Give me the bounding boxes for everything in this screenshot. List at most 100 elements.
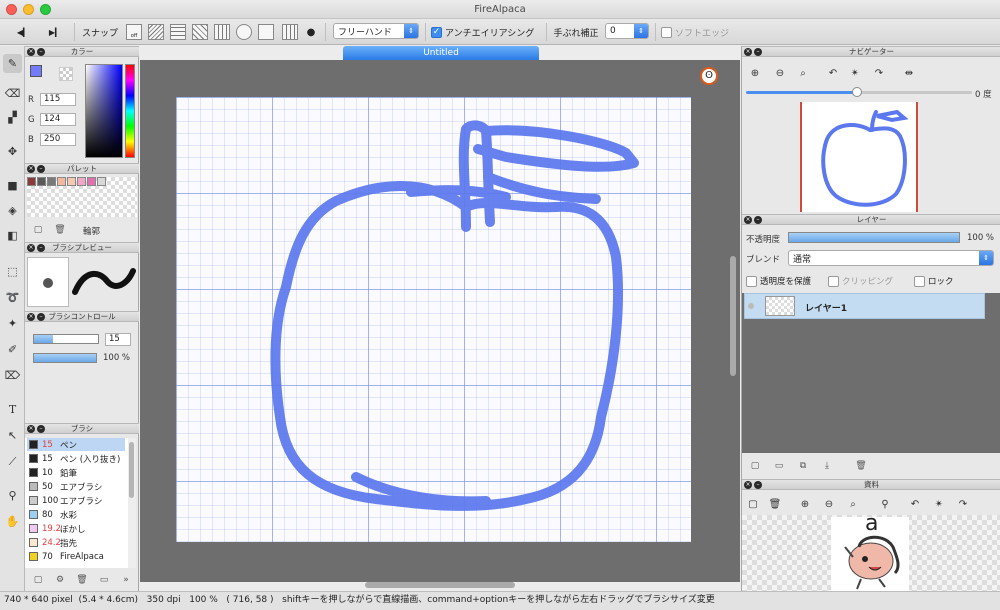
brush-list-scrollbar[interactable] xyxy=(128,438,136,568)
brush-opacity-slider[interactable] xyxy=(33,353,97,363)
material-area[interactable]: a xyxy=(742,511,1000,598)
minimize-icon[interactable]: – xyxy=(37,48,45,56)
color-field[interactable] xyxy=(85,64,123,158)
text-tool-icon[interactable]: T xyxy=(3,400,22,419)
new-palette-icon[interactable]: ▢ xyxy=(31,223,45,237)
more-icon[interactable]: » xyxy=(119,573,133,587)
zoom-actual-icon[interactable]: ⌕ xyxy=(796,66,810,80)
redo-icon[interactable]: ▶▎ xyxy=(46,23,64,41)
brush-list-item[interactable]: 10 鉛筆 xyxy=(27,466,125,479)
zoom-out-icon[interactable]: ⊖ xyxy=(773,66,787,80)
close-icon[interactable]: × xyxy=(27,313,35,321)
lock-checkbox[interactable]: ロック xyxy=(914,275,954,287)
palette-swatch[interactable] xyxy=(77,177,86,186)
rotate-reset-icon[interactable]: ✴ xyxy=(848,66,862,80)
zoom-out-icon[interactable]: ⊖ xyxy=(822,497,836,511)
close-icon[interactable]: × xyxy=(27,165,35,173)
eraser-tool-icon[interactable]: ⌫ xyxy=(3,84,22,103)
brush-list-item[interactable]: 80 水彩 xyxy=(27,508,125,521)
transparent-color-icon[interactable] xyxy=(59,67,73,81)
gradient-tool-icon[interactable]: ◧ xyxy=(3,226,22,245)
canvas-area[interactable]: ʘ xyxy=(140,60,740,588)
b-field[interactable]: 250 xyxy=(40,133,76,146)
protect-alpha-checkbox[interactable]: 透明度を保護 xyxy=(746,275,811,287)
r-field[interactable]: 115 xyxy=(40,93,76,106)
outline-label[interactable]: 輪郭 xyxy=(83,225,100,237)
blend-select[interactable]: 通常 ⇕ xyxy=(788,250,994,266)
minimize-icon[interactable]: – xyxy=(754,216,762,224)
close-icon[interactable]: × xyxy=(27,244,35,252)
zoom-in-icon[interactable]: ⊕ xyxy=(748,66,762,80)
close-icon[interactable]: × xyxy=(27,48,35,56)
horizontal-scrollbar[interactable] xyxy=(365,582,515,588)
stabilizer-select[interactable]: 0 ⇕ xyxy=(605,23,649,39)
minimize-icon[interactable]: – xyxy=(37,244,45,252)
operation-tool-icon[interactable]: ↖ xyxy=(3,426,22,445)
snap-crisscross-icon[interactable] xyxy=(192,23,208,41)
dot-tool-icon[interactable]: ▞ xyxy=(3,108,22,127)
trash-icon[interactable]: 🗑 xyxy=(53,223,67,237)
folder-icon[interactable]: ▭ xyxy=(97,573,111,587)
duplicate-layer-icon[interactable]: ⧉ xyxy=(796,459,810,473)
move-tool-icon[interactable]: ✥ xyxy=(3,142,22,161)
close-icon[interactable]: × xyxy=(744,481,752,489)
palette-swatch[interactable] xyxy=(67,177,76,186)
divide-tool-icon[interactable]: ⟋ xyxy=(3,452,22,471)
new-layer-icon[interactable]: ▢ xyxy=(748,459,762,473)
zoom-in-icon[interactable]: ⊕ xyxy=(798,497,812,511)
brush-settings-icon[interactable]: ⚙ xyxy=(53,573,67,587)
palette-swatch[interactable] xyxy=(87,177,96,186)
drawing-canvas[interactable] xyxy=(176,97,691,542)
brush-size-slider[interactable] xyxy=(33,334,99,344)
alpaca-icon[interactable]: ʘ xyxy=(700,67,718,85)
vertical-scrollbar[interactable] xyxy=(730,256,736,376)
new-folder-icon[interactable]: ▭ xyxy=(772,459,786,473)
snap-grid-icon[interactable] xyxy=(170,23,186,41)
snap-radial-icon[interactable] xyxy=(258,23,274,41)
snap-off-icon[interactable]: off xyxy=(126,23,142,41)
clipping-checkbox[interactable]: クリッピング xyxy=(828,275,893,287)
document-tab[interactable]: Untitled xyxy=(343,46,539,60)
brush-list-item[interactable]: 100 エアブラシ xyxy=(27,494,125,507)
brush-list-item[interactable]: 19.2 ぼかし xyxy=(27,522,125,535)
eyedropper-icon[interactable]: ⚲ xyxy=(878,497,892,511)
palette-swatch[interactable] xyxy=(97,177,106,186)
g-field[interactable]: 124 xyxy=(40,113,76,126)
eyedropper-tool-icon[interactable]: ⚲ xyxy=(3,486,22,505)
select-eraser-tool-icon[interactable]: ⌦ xyxy=(3,366,22,385)
brush-list-item[interactable]: 70 FireAlpaca xyxy=(27,550,125,563)
antialias-checkbox[interactable]: ✓ アンチエイリアシング xyxy=(431,23,541,41)
rotate-right-icon[interactable]: ↷ xyxy=(872,66,886,80)
flip-horizontal-icon[interactable]: ⇹ xyxy=(902,66,916,80)
palette-swatch[interactable] xyxy=(57,177,66,186)
rotate-right-icon[interactable]: ↷ xyxy=(956,497,970,511)
trash-icon[interactable]: 🗑 xyxy=(854,459,868,473)
select-pen-tool-icon[interactable]: ✐ xyxy=(3,340,22,359)
brush-list-item[interactable]: 15 ペン xyxy=(27,438,125,451)
zoom-fit-icon[interactable]: ⌕ xyxy=(846,497,860,511)
rotate-reset-icon[interactable]: ✴ xyxy=(932,497,946,511)
hue-slider[interactable] xyxy=(125,64,135,158)
brush-list-item[interactable]: 15 ペン (入り抜き) xyxy=(27,452,125,465)
minimize-icon[interactable]: – xyxy=(37,425,45,433)
close-icon[interactable]: × xyxy=(27,425,35,433)
select-tool-icon[interactable]: ⬚ xyxy=(3,262,22,281)
trash-icon[interactable]: 🗑 xyxy=(768,497,782,511)
close-icon[interactable]: × xyxy=(744,216,752,224)
snap-dot-icon[interactable]: ● xyxy=(304,23,318,41)
layer-opacity-slider[interactable] xyxy=(788,232,960,243)
minimize-icon[interactable]: – xyxy=(37,313,45,321)
rotate-left-icon[interactable]: ↶ xyxy=(826,66,840,80)
magic-wand-tool-icon[interactable]: ✦ xyxy=(3,314,22,333)
layer-row[interactable]: レイヤー1 xyxy=(744,293,985,319)
visibility-icon[interactable] xyxy=(748,303,754,309)
new-material-icon[interactable]: ▢ xyxy=(746,497,760,511)
minimize-icon[interactable]: – xyxy=(754,48,762,56)
brush-list-item[interactable]: 50 エアブラシ xyxy=(27,480,125,493)
merge-down-icon[interactable]: ⤓ xyxy=(820,459,834,473)
trash-icon[interactable]: 🗑 xyxy=(75,573,89,587)
bucket-tool-icon[interactable]: ◈ xyxy=(3,201,22,220)
brush-list-item[interactable]: 24.2 指先 xyxy=(27,536,125,549)
minimize-icon[interactable]: – xyxy=(37,165,45,173)
brush-size-field[interactable]: 15 xyxy=(105,333,131,346)
